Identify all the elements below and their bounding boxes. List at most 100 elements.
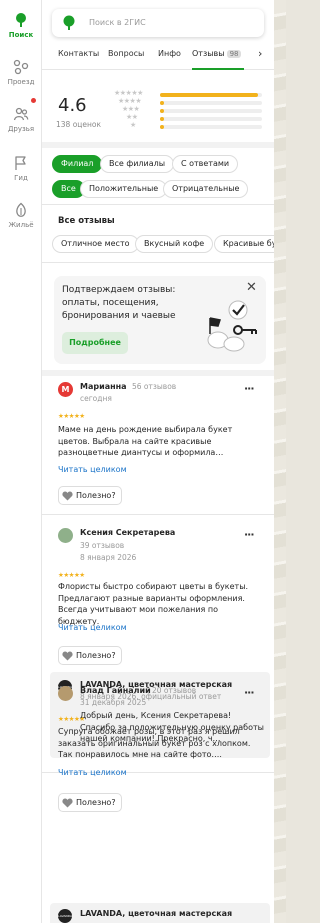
useful-label: Полезно? [76, 651, 116, 660]
filter-with-replies[interactable]: С ответами [172, 155, 239, 173]
place-panel: Поиск в 2ГИС Контакты Вопросы Инфо Отзыв… [42, 0, 274, 923]
review-text: Супруга обожает розы, в этот раз я решил… [58, 727, 251, 759]
divider [42, 142, 274, 148]
divider [42, 514, 274, 515]
rating-row-stars: ★★ [126, 113, 138, 121]
tab-contacts[interactable]: Контакты [58, 49, 99, 58]
review-date: 31 декабря 2025 [80, 698, 147, 707]
review-stars: ★★★★★ [58, 571, 85, 579]
heart-icon [62, 490, 73, 501]
divider [42, 262, 274, 263]
review-author[interactable]: Марианна [80, 382, 127, 391]
read-more-link[interactable]: Читать целиком [58, 768, 127, 777]
reviews-count-badge: 98 [226, 50, 242, 58]
filter-positive[interactable]: Положительные [80, 180, 168, 198]
rating-row-fill [160, 117, 164, 121]
rating-row-stars: ★ [130, 121, 136, 129]
rail-label: Проезд [7, 78, 35, 86]
search-bar[interactable]: Поиск в 2ГИС [52, 9, 264, 37]
review-date: сегодня [80, 394, 112, 403]
rating-row-track [160, 117, 262, 121]
rail-item-route[interactable]: Проезд [0, 59, 42, 86]
rail-item-search[interactable]: Поиск [0, 12, 42, 39]
reply-author[interactable]: LAVANDA, цветочная мастерская [80, 909, 232, 918]
rail-label: Поиск [8, 31, 34, 39]
rating-row-fill [160, 93, 258, 97]
rating-row-fill [160, 125, 165, 129]
official-reply: LAVANDA LAVANDA, цветочная мастерская [50, 903, 270, 923]
tab-info[interactable]: Инфо [158, 49, 181, 58]
review-author-count: 20 отзывов [152, 686, 197, 695]
promo-more-button[interactable]: Подробнее [62, 332, 128, 354]
filter-all-branches[interactable]: Все филиалы [100, 155, 175, 173]
search-pin-icon [16, 13, 26, 27]
review-stars: ★★★★★ [58, 715, 85, 723]
more-options-icon[interactable]: ··· [244, 528, 255, 541]
tag-chip[interactable]: Отличное место [52, 235, 139, 253]
rating-row-track [160, 125, 262, 129]
useful-label: Полезно? [76, 491, 116, 500]
review-author[interactable]: Ксения Секретарева [80, 528, 175, 537]
tab-questions[interactable]: Вопросы [108, 49, 144, 58]
filter-negative[interactable]: Отрицательные [163, 180, 249, 198]
tab-reviews-label: Отзывы [192, 49, 225, 58]
left-rail: Поиск Проезд Друзья Гид Жильё [0, 0, 42, 923]
rating-row-stars: ★★★★ [118, 97, 142, 105]
read-more-link[interactable]: Читать целиком [58, 623, 127, 632]
rail-label: Друзья [7, 125, 35, 133]
company-logo: LAVANDA [58, 909, 72, 923]
rating-value: 4.6 [58, 95, 87, 116]
rating-row-track [160, 101, 262, 105]
filter-branch[interactable]: Филиал [52, 155, 103, 173]
review-author-count: 39 отзывов [80, 541, 125, 550]
rating-row-stars: ★★★★★ [114, 89, 143, 97]
rating-row-fill [160, 109, 164, 113]
housing-icon [16, 202, 26, 217]
heart-icon [62, 650, 73, 661]
useful-button[interactable]: Полезно? [58, 793, 122, 812]
rating-row-fill [160, 101, 165, 105]
review-date: 8 января 2026 [80, 553, 137, 562]
all-reviews-title: Все отзывы [58, 216, 115, 226]
rail-label: Гид [14, 174, 28, 182]
promo-illustration-icon [207, 300, 257, 352]
rating-row-track [160, 109, 262, 113]
rail-item-housing[interactable]: Жильё [0, 202, 42, 229]
guide-flag-icon [15, 156, 26, 170]
more-options-icon[interactable]: ··· [244, 382, 255, 395]
tab-bar: Контакты Вопросы Инфо Отзывы 98 › [42, 40, 274, 70]
review-author[interactable]: Влад Гайналий [80, 686, 151, 695]
rating-row-track [160, 93, 262, 97]
avatar [58, 686, 73, 701]
rating-count: 138 оценок [56, 120, 102, 129]
review-text: Маме на день рождение выбирала букет цве… [58, 425, 233, 457]
more-options-icon[interactable]: ··· [244, 686, 255, 699]
friends-icon [13, 107, 29, 121]
active-tab-indicator [192, 68, 244, 70]
route-icon [13, 59, 29, 75]
useful-button[interactable]: Полезно? [58, 486, 122, 505]
tag-chip[interactable]: Красивые бук [214, 235, 274, 253]
divider [42, 204, 274, 205]
notification-dot [31, 98, 36, 103]
tab-reviews[interactable]: Отзывы 98 [192, 49, 242, 58]
review-author-count: 56 отзывов [132, 382, 177, 391]
chevron-right-icon[interactable]: › [258, 47, 262, 60]
useful-label: Полезно? [76, 798, 116, 807]
rail-label: Жильё [8, 221, 34, 229]
avatar: М [58, 382, 73, 397]
close-icon[interactable]: ✕ [246, 280, 257, 295]
search-input[interactable]: Поиск в 2ГИС [89, 18, 146, 27]
rail-item-friends[interactable]: Друзья [0, 106, 42, 133]
read-more-link[interactable]: Читать целиком [58, 465, 127, 474]
rating-row-1: ★ [114, 121, 264, 132]
map-background[interactable] [274, 0, 286, 923]
review-text: Флористы быстро собирают цветы в букеты.… [58, 582, 249, 626]
promo-card: Подтверждаем отзывы: оплаты, посещения, … [54, 276, 266, 364]
useful-button[interactable]: Полезно? [58, 646, 122, 665]
heart-icon [62, 797, 73, 808]
promo-text: Подтверждаем отзывы: оплаты, посещения, … [62, 285, 176, 321]
avatar [58, 528, 73, 543]
tag-chip[interactable]: Вкусный кофе [135, 235, 214, 253]
rail-item-guide[interactable]: Гид [0, 155, 42, 182]
